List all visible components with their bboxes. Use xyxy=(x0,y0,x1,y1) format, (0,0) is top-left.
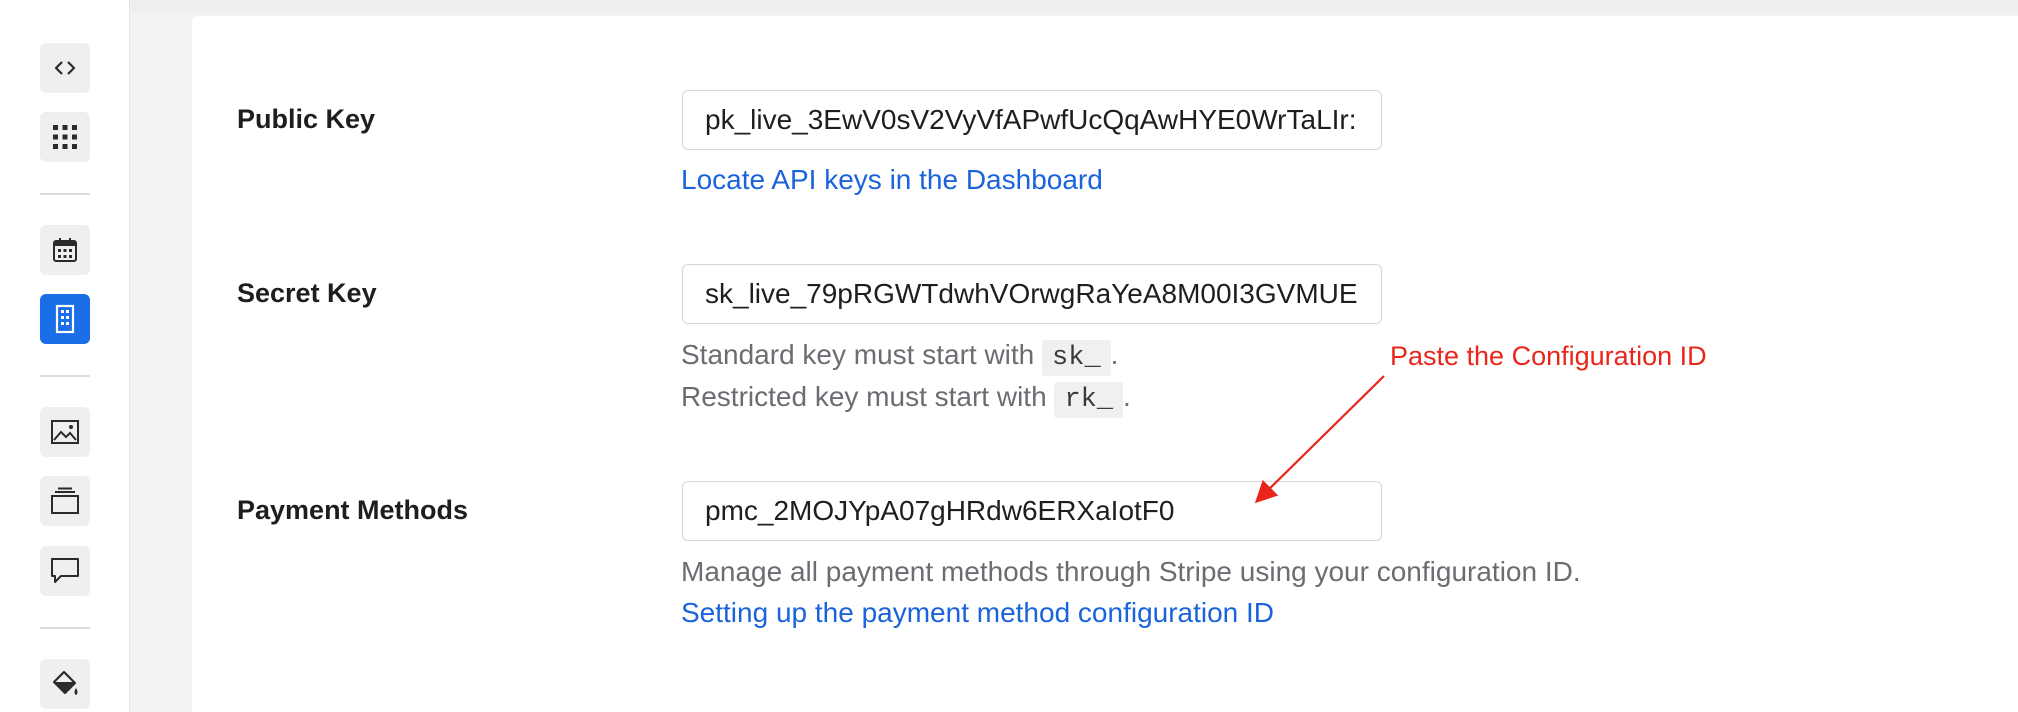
restricted-key-help-text: Restricted key must start with xyxy=(681,381,1047,412)
code-tool-button[interactable] xyxy=(40,43,90,93)
secret-key-input[interactable] xyxy=(682,264,1382,324)
paint-tool-button[interactable] xyxy=(40,659,90,709)
toolbar-divider xyxy=(40,193,90,195)
code-icon xyxy=(54,61,76,75)
top-bar xyxy=(131,0,2018,12)
toolbar-divider xyxy=(40,627,90,629)
standard-key-prefix-code: sk_ xyxy=(1042,340,1111,376)
layers-tool-button[interactable] xyxy=(40,476,90,526)
toolbar-divider xyxy=(40,375,90,377)
payment-methods-label: Payment Methods xyxy=(237,495,469,525)
payment-method-config-link[interactable]: Setting up the payment method configurat… xyxy=(681,597,1274,629)
payment-methods-input[interactable] xyxy=(682,481,1382,541)
building-icon xyxy=(55,304,75,334)
restricted-key-help: Restricted key must start with rk_. xyxy=(681,381,1131,418)
calendar-icon xyxy=(53,238,77,262)
paint-bucket-icon xyxy=(52,670,78,695)
standard-key-help-suffix: . xyxy=(1110,339,1119,370)
locate-api-keys-link[interactable]: Locate API keys in the Dashboard xyxy=(681,164,1103,196)
grid-icon xyxy=(53,125,77,149)
calendar-tool-button[interactable] xyxy=(40,225,90,275)
restricted-key-help-suffix: . xyxy=(1123,381,1131,412)
apps-grid-button[interactable] xyxy=(40,112,90,162)
left-toolbar xyxy=(0,0,130,712)
restricted-key-prefix-code: rk_ xyxy=(1054,382,1124,418)
image-tool-button[interactable] xyxy=(40,407,90,457)
comment-icon xyxy=(51,558,79,583)
layers-icon xyxy=(51,487,79,514)
image-icon xyxy=(51,420,79,444)
public-key-input[interactable] xyxy=(682,90,1382,150)
public-key-label: Public Key xyxy=(237,104,376,134)
building-tool-button[interactable] xyxy=(40,294,90,344)
secret-key-label: Secret Key xyxy=(237,278,377,308)
standard-key-help-text: Standard key must start with xyxy=(681,339,1035,370)
comment-tool-button[interactable] xyxy=(40,546,90,596)
annotation-label: Paste the Configuration ID xyxy=(1390,341,1707,371)
payment-methods-help: Manage all payment methods through Strip… xyxy=(681,556,1581,587)
standard-key-help: Standard key must start with sk_. xyxy=(681,339,1119,376)
